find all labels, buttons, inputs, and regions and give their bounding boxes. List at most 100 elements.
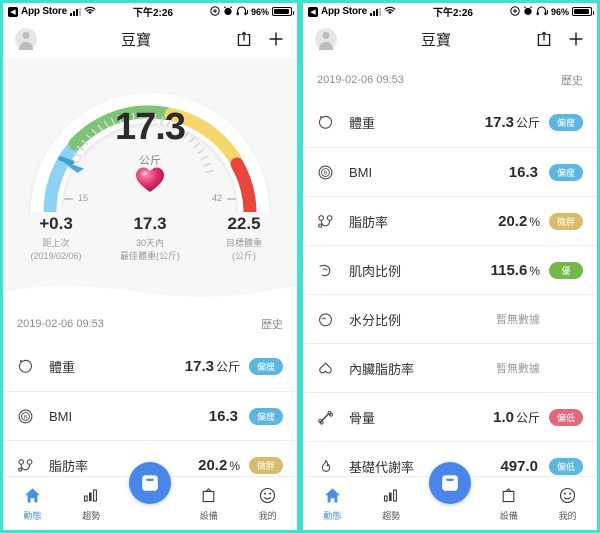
smiley-icon	[538, 484, 597, 506]
row-value: 1.0 公斤	[493, 408, 540, 426]
water-drop-icon	[317, 311, 343, 328]
status-badge: 偏瘦	[249, 358, 283, 375]
table-row[interactable]: B BMI 16.3 偏瘦	[3, 391, 297, 440]
body-fat-icon	[317, 213, 343, 230]
tab-label: 設備	[499, 511, 518, 521]
location-icon	[510, 5, 520, 18]
cellular-signal-icon	[69, 7, 81, 16]
row-label: 內臟脂肪率	[349, 361, 415, 377]
bone-icon	[317, 409, 343, 426]
history-link[interactable]: 歷史	[561, 72, 583, 88]
row-unit: 公斤	[515, 410, 540, 425]
clipboard-icon	[179, 484, 238, 506]
gauge-section: 17.3 公斤 15 42 +0.3 距上次 (2019/02/06) 17.3…	[3, 58, 297, 303]
row-unit: %	[229, 458, 240, 473]
row-label: BMI	[49, 408, 73, 424]
table-row[interactable]: 水分比例 暫無數據	[303, 294, 597, 343]
battery-icon	[572, 7, 594, 16]
measurement-list-right: 體重 17.3 公斤 偏瘦 B BMI 16.3 偏瘦 脂肪率 20.2 % 微…	[303, 98, 597, 490]
left-phone-panel: ◀ App Store 下午2:26 96% 豆寶 17.3 公斤 15 42 …	[0, 0, 300, 533]
visceral-fat-icon	[317, 360, 343, 377]
row-label: BMI	[349, 164, 373, 180]
plus-icon[interactable]	[267, 30, 285, 48]
tab-bar-right: 動態 趨勢 上秤 設備	[303, 462, 597, 530]
tab-trend[interactable]: 趨勢	[62, 484, 121, 524]
row-unit: %	[529, 214, 540, 229]
table-row[interactable]: 內臟脂肪率 暫無數據	[303, 343, 597, 392]
home-icon	[303, 484, 362, 506]
scale-icon[interactable]	[428, 462, 471, 504]
stat-label: 30天內 最佳體重(公斤)	[103, 237, 197, 263]
gauge-max-label: 42	[211, 193, 222, 203]
stat-best-30d: 17.3 30天內 最佳體重(公斤)	[103, 214, 197, 263]
status-badge: 優	[549, 261, 583, 279]
avatar[interactable]	[15, 28, 37, 50]
row-unit: %	[529, 263, 540, 278]
table-row[interactable]: 體重 17.3 公斤 偏瘦	[3, 342, 297, 391]
status-badge: 偏瘦	[549, 163, 583, 181]
status-time: 下午2:26	[432, 8, 473, 19]
smiley-icon	[238, 484, 297, 506]
stat-label-line1: 距上次	[42, 238, 70, 249]
row-label: 骨量	[349, 410, 376, 426]
row-value: 20.2%	[198, 456, 240, 474]
chart-bar-icon	[362, 484, 421, 506]
stat-label-line2: (公斤)	[232, 251, 256, 262]
share-icon[interactable]	[535, 30, 553, 48]
wifi-icon	[384, 6, 396, 18]
tab-label: 我的	[558, 511, 577, 521]
measurement-date: 2019-02-06 09:53	[317, 74, 404, 86]
plus-icon[interactable]	[567, 30, 585, 48]
status-time: 下午2:26	[132, 8, 173, 19]
alarm-icon	[523, 5, 533, 18]
back-to-app-store-icon[interactable]: ◀	[8, 6, 18, 17]
back-to-app-store-icon[interactable]: ◀	[308, 6, 318, 17]
wave-divider	[3, 285, 297, 303]
status-bar-left-group: ◀ App Store	[8, 6, 96, 18]
share-icon[interactable]	[235, 30, 253, 48]
row-label: 體重	[349, 116, 376, 131]
weight-gauge: 17.3 公斤 15 42	[20, 62, 280, 212]
row-value: 17.3 公斤	[184, 358, 240, 375]
stat-target-weight: 22.5 目標體重 (公斤)	[197, 214, 291, 263]
tab-dynamic[interactable]: 動態	[303, 484, 362, 524]
stat-last-change: +0.3 距上次 (2019/02/06)	[9, 214, 103, 263]
list-header-right: 2019-02-06 09:53 歷史	[303, 58, 597, 98]
tab-dynamic[interactable]: 動態	[3, 484, 62, 524]
right-phone-panel: ◀ App Store 下午2:26 96% 豆寶 2019-02-06 09:…	[300, 0, 600, 533]
status-bar-right-group: 96%	[210, 5, 294, 18]
table-row[interactable]: 骨量 1.0 公斤 偏低	[303, 392, 597, 441]
avatar[interactable]	[315, 28, 337, 50]
tab-device[interactable]: 設備	[479, 484, 538, 524]
history-link[interactable]: 歷史	[261, 316, 283, 332]
tab-device[interactable]: 設備	[179, 484, 238, 524]
tab-weigh-in[interactable]: 上秤	[121, 462, 180, 504]
headphones-icon	[536, 5, 548, 18]
tab-mine[interactable]: 我的	[238, 484, 297, 524]
table-row[interactable]: 肌肉比例 115.6% 優	[303, 245, 597, 294]
row-label: 體重	[49, 360, 76, 375]
table-row[interactable]: B BMI 16.3 偏瘦	[303, 147, 597, 196]
tab-mine[interactable]: 我的	[538, 484, 597, 524]
tab-trend[interactable]: 趨勢	[362, 484, 421, 524]
table-row[interactable]: 脂肪率 20.2% 微胖	[303, 196, 597, 245]
table-row[interactable]: 體重 17.3 公斤 偏瘦	[303, 98, 597, 147]
status-badge: 偏低	[549, 408, 583, 426]
row-label: 水分比例	[349, 312, 402, 328]
tab-weigh-in[interactable]: 上秤	[421, 462, 480, 504]
scale-icon[interactable]	[128, 462, 171, 504]
status-bar-right-group: 96%	[510, 5, 594, 18]
clipboard-icon	[479, 484, 538, 506]
stat-value: 22.5	[227, 214, 261, 233]
stat-label: 目標體重 (公斤)	[197, 237, 291, 263]
stat-value: 17.3	[133, 214, 167, 233]
status-bar-left: ◀ App Store 下午2:26 96%	[3, 3, 297, 20]
row-unit: 公斤	[215, 360, 240, 374]
weight-drop-icon	[17, 358, 43, 375]
status-badge: 微胖	[549, 212, 583, 230]
status-badge: 微胖	[249, 456, 283, 474]
tab-label: 動態	[23, 511, 42, 521]
row-unit: 公斤	[515, 116, 540, 130]
nav-bar-right: 豆寶	[303, 20, 597, 58]
row-value: 497.0	[500, 457, 538, 475]
